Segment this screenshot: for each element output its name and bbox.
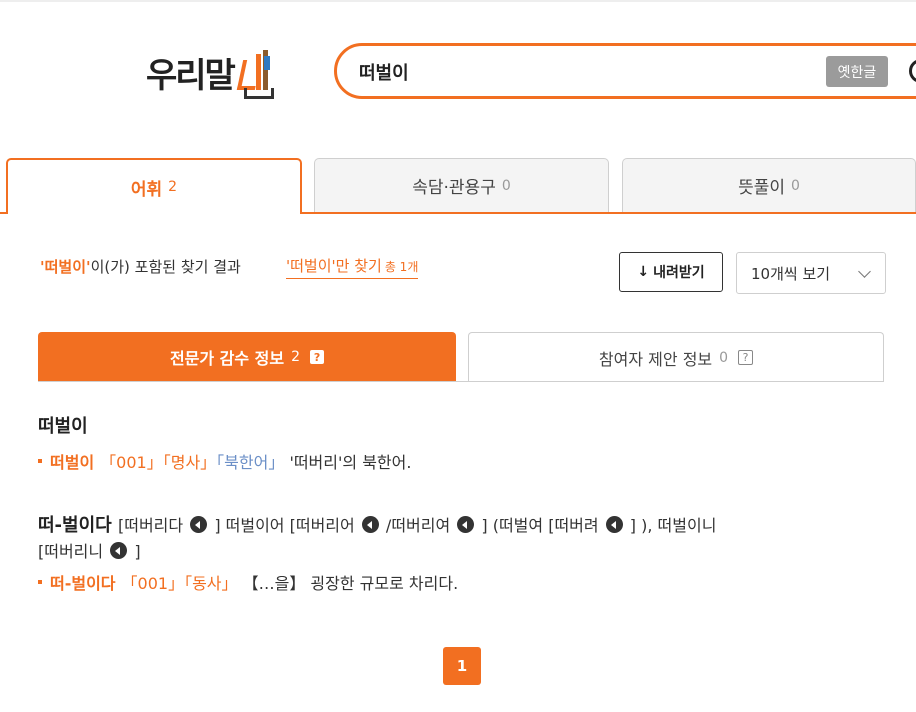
per-page-select[interactable]: 10개씩 보기 [736, 252, 886, 294]
download-button[interactable]: ↓ 내려받기 [619, 252, 723, 292]
tag-number: 「001」 [121, 574, 185, 593]
tab-vocabulary[interactable]: 어휘 2 [6, 158, 302, 214]
pron-text: ] 떠벌이어 [떠버리어 [214, 516, 355, 535]
tab-underline [302, 212, 916, 214]
speaker-icon[interactable] [605, 516, 623, 533]
tab-proverbs-idioms[interactable]: 속담·관용구 0 [314, 158, 609, 212]
speaker-icon[interactable] [457, 516, 475, 533]
speaker-icon[interactable] [190, 516, 208, 533]
definition-text: '떠버리'의 북한어. [289, 453, 412, 472]
pronunciation: [떠버리니 ] [38, 538, 141, 562]
tab-definitions[interactable]: 뜻풀이 0 [622, 158, 916, 212]
tab-label: 뜻풀이 [738, 178, 785, 198]
subtab-count: 2 [291, 349, 301, 365]
subtab-count: 0 [719, 349, 729, 366]
site-logo[interactable]: 우리말 [146, 44, 274, 100]
tab-label: 어휘 [130, 179, 163, 200]
chevron-down-icon [858, 265, 871, 278]
subtab-divider [38, 381, 884, 382]
exact-match-link[interactable]: '떠벌이'만 찾기 총 1개 [286, 255, 419, 279]
tab-count: 0 [501, 177, 511, 194]
exact-match-total: 총 1개 [384, 260, 419, 274]
pron-text: [떠버리니 [38, 542, 104, 561]
tag-pos: 「명사」 [162, 453, 217, 472]
logo-mark-icon [236, 48, 274, 100]
pron-text: ] ), 떠벌이니 [629, 516, 717, 535]
subtab-label: 전문가 감수 정보 [169, 349, 285, 368]
entry-headword: 떠-벌이다 [떠버리다 ] 떠벌이어 [떠버리어 /떠버리여 ] (떠벌여 [떠… [38, 511, 716, 537]
tag-number: 「001」 [100, 453, 163, 472]
exact-match-label: '떠벌이'만 찾기 [286, 257, 382, 275]
subtab-label: 참여자 제안 정보 [598, 349, 713, 369]
sense-line: 떠벌이 「001」「명사」「북한어」 '떠버리'의 북한어. [38, 449, 411, 473]
help-icon[interactable]: ? [310, 350, 325, 364]
sense-line: 떠-벌이다 「001」「동사」 【…을】 굉장한 규모로 차리다. [38, 570, 458, 594]
query-highlight: '떠벌이' [40, 258, 91, 276]
search-bar: 옛한글 [334, 43, 916, 99]
tab-expert-info[interactable]: 전문가 감수 정보 2 ? [38, 332, 456, 382]
headword-text[interactable]: 떠-벌이다 [38, 515, 112, 536]
tag-pos: 「동사」 [184, 574, 238, 593]
tab-underline [0, 212, 6, 214]
search-input[interactable] [357, 56, 801, 88]
pron-text: ] [134, 542, 141, 561]
pron-text: [떠버리다 [118, 516, 184, 535]
entry-headword[interactable]: 떠벌이 [38, 412, 88, 438]
summary-text: 이(가) 포함된 찾기 결과 [90, 258, 241, 276]
sense-word[interactable]: 떠-벌이다 [50, 574, 116, 593]
old-hangul-button[interactable]: 옛한글 [826, 56, 888, 87]
arrow-down-icon: ↓ [637, 264, 650, 280]
pron-text: ] (떠벌여 [떠버려 [481, 516, 599, 535]
download-label: 내려받기 [653, 265, 705, 281]
bullet [38, 458, 42, 463]
pron-text: /떠버리여 [385, 516, 451, 535]
tab-count: 2 [168, 179, 178, 195]
page-1-button[interactable]: 1 [443, 647, 481, 685]
sense-word[interactable]: 떠벌이 [50, 453, 94, 472]
definition-text: 【…을】 굉장한 규모로 차리다. [242, 574, 459, 593]
per-page-value: 10개씩 보기 [751, 264, 831, 283]
top-divider [0, 0, 916, 2]
speaker-icon[interactable] [110, 542, 128, 559]
logo-text: 우리말 [146, 56, 236, 96]
search-icon[interactable] [909, 59, 916, 83]
speaker-icon[interactable] [361, 516, 379, 533]
result-summary: '떠벌이'이(가) 포함된 찾기 결과 [40, 256, 241, 277]
bullet [38, 579, 42, 584]
pronunciation: [떠버리다 ] 떠벌이어 [떠버리어 /떠버리여 ] (떠벌여 [떠버려 ] )… [118, 516, 716, 535]
help-icon[interactable]: ? [738, 350, 754, 365]
headword-text: 떠벌이 [38, 416, 88, 437]
tab-label: 속담·관용구 [412, 178, 496, 198]
tab-count: 0 [791, 177, 800, 194]
tag-region: 「북한어」 [216, 453, 285, 472]
tab-participant-info[interactable]: 참여자 제안 정보 0 ? [468, 332, 884, 382]
